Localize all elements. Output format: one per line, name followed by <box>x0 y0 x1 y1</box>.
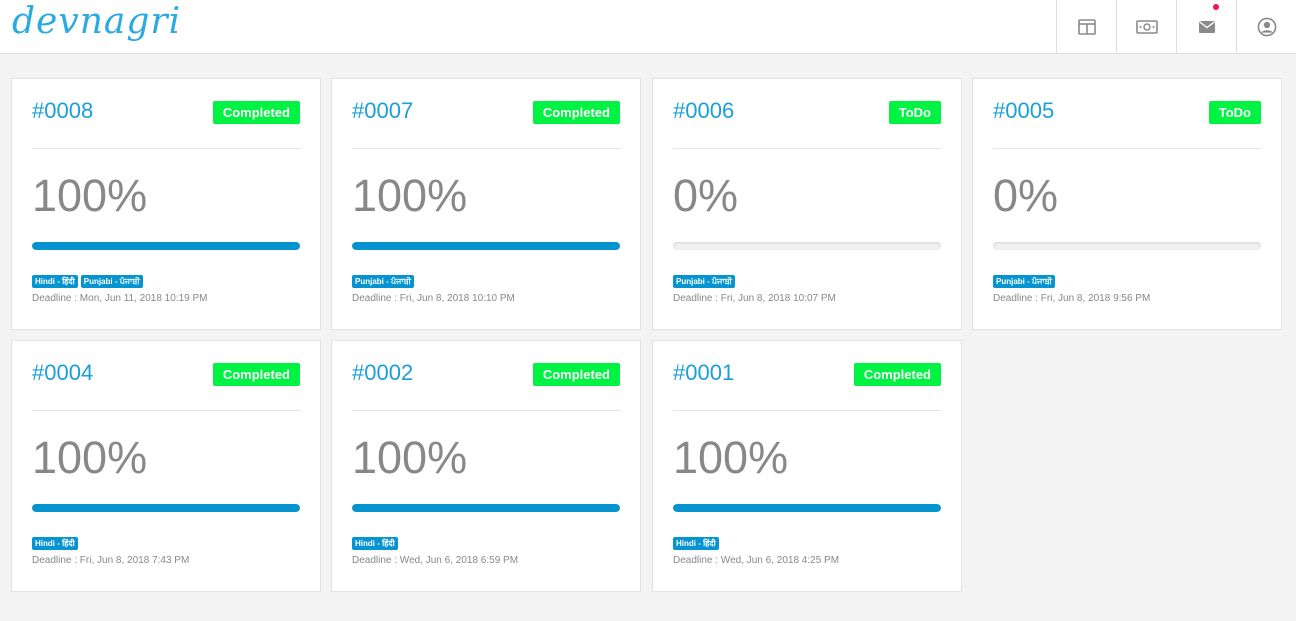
deadline-text: Deadline : Fri, Jun 8, 2018 10:07 PM <box>673 293 836 304</box>
project-card[interactable]: #0005 ToDo 0% Punjabi - ਪੰਜਾਬੀ Deadline … <box>972 78 1282 330</box>
project-card[interactable]: #0001 Completed 100% Hindi - हिंदी Deadl… <box>652 340 962 592</box>
deadline-text: Deadline : Wed, Jun 6, 2018 4:25 PM <box>673 555 840 566</box>
progress-percent: 100% <box>32 432 148 483</box>
progress-bar-fill <box>32 504 300 512</box>
progress-bar <box>993 242 1261 250</box>
language-tags: Hindi - हिंदी <box>352 537 398 550</box>
top-navbar: devnagri <box>0 0 1296 54</box>
divider <box>673 148 941 149</box>
layout-icon[interactable] <box>1056 0 1116 53</box>
language-tags: Punjabi - ਪੰਜਾਬੀ <box>993 275 1056 288</box>
navbar-icons <box>1056 0 1296 53</box>
divider <box>32 410 300 411</box>
project-card[interactable]: #0004 Completed 100% Hindi - हिंदी Deadl… <box>11 340 321 592</box>
language-tags: Hindi - हिंदी <box>32 537 78 550</box>
progress-bar <box>32 242 300 250</box>
language-tag: Punjabi - ਪੰਜਾਬੀ <box>993 275 1056 288</box>
project-card[interactable]: #0002 Completed 100% Hindi - हिंदी Deadl… <box>331 340 641 592</box>
deadline-text: Deadline : Mon, Jun 11, 2018 10:19 PM <box>32 293 208 304</box>
status-badge: ToDo <box>1208 101 1261 124</box>
progress-percent: 100% <box>352 170 468 221</box>
status-badge: Completed <box>532 101 620 124</box>
project-id-link[interactable]: #0004 <box>32 360 93 386</box>
language-tags: Punjabi - ਪੰਜਾਬੀ <box>352 275 415 288</box>
divider <box>32 148 300 149</box>
language-tags: Hindi - हिंदी <box>673 537 719 550</box>
project-id-link[interactable]: #0006 <box>673 98 734 124</box>
progress-bar-fill <box>32 242 300 250</box>
progress-bar <box>32 504 300 512</box>
divider <box>352 148 620 149</box>
progress-bar <box>673 242 941 250</box>
deadline-text: Deadline : Wed, Jun 6, 2018 6:59 PM <box>352 555 519 566</box>
language-tag: Hindi - हिंदी <box>32 275 78 288</box>
language-tag: Punjabi - ਪੰਜਾਬੀ <box>673 275 736 288</box>
language-tag: Punjabi - ਪੰਜਾਬੀ <box>80 275 143 288</box>
progress-bar <box>352 504 620 512</box>
progress-bar-fill <box>352 504 620 512</box>
language-tags: Punjabi - ਪੰਜਾਬੀ <box>673 275 736 288</box>
progress-percent: 100% <box>32 170 148 221</box>
divider <box>673 410 941 411</box>
divider <box>352 410 620 411</box>
progress-bar-fill <box>352 242 620 250</box>
project-id-link[interactable]: #0005 <box>993 98 1054 124</box>
progress-percent: 0% <box>993 170 1059 221</box>
mail-icon[interactable] <box>1176 0 1236 53</box>
status-badge: Completed <box>212 363 300 386</box>
progress-percent: 0% <box>673 170 739 221</box>
project-card[interactable]: #0008 Completed 100% Hindi - हिंदी Punjab… <box>11 78 321 330</box>
notification-dot <box>1213 4 1219 10</box>
language-tag: Punjabi - ਪੰਜਾਬੀ <box>352 275 415 288</box>
project-card[interactable]: #0007 Completed 100% Punjabi - ਪੰਜਾਬੀ De… <box>331 78 641 330</box>
progress-bar <box>673 504 941 512</box>
language-tag: Hindi - हिंदी <box>32 537 78 550</box>
divider <box>993 148 1261 149</box>
progress-percent: 100% <box>352 432 468 483</box>
progress-bar-fill <box>673 504 941 512</box>
project-card[interactable]: #0006 ToDo 0% Punjabi - ਪੰਜਾਬੀ Deadline … <box>652 78 962 330</box>
status-badge: Completed <box>853 363 941 386</box>
progress-percent: 100% <box>673 432 789 483</box>
status-badge: Completed <box>212 101 300 124</box>
user-account-icon[interactable] <box>1236 0 1296 53</box>
project-id-link[interactable]: #0007 <box>352 98 413 124</box>
language-tag: Hindi - हिंदी <box>352 537 398 550</box>
status-badge: ToDo <box>888 101 941 124</box>
project-id-link[interactable]: #0002 <box>352 360 413 386</box>
money-icon[interactable] <box>1116 0 1176 53</box>
language-tags: Hindi - हिंदी Punjabi - ਪੰਜਾਬੀ <box>32 275 143 288</box>
language-tag: Hindi - हिंदी <box>673 537 719 550</box>
deadline-text: Deadline : Fri, Jun 8, 2018 10:10 PM <box>352 293 515 304</box>
project-id-link[interactable]: #0001 <box>673 360 734 386</box>
deadline-text: Deadline : Fri, Jun 8, 2018 9:56 PM <box>993 293 1151 304</box>
devnagri-logo[interactable]: devnagri <box>12 2 181 42</box>
deadline-text: Deadline : Fri, Jun 8, 2018 7:43 PM <box>32 555 190 566</box>
status-badge: Completed <box>532 363 620 386</box>
project-id-link[interactable]: #0008 <box>32 98 93 124</box>
progress-bar <box>352 242 620 250</box>
